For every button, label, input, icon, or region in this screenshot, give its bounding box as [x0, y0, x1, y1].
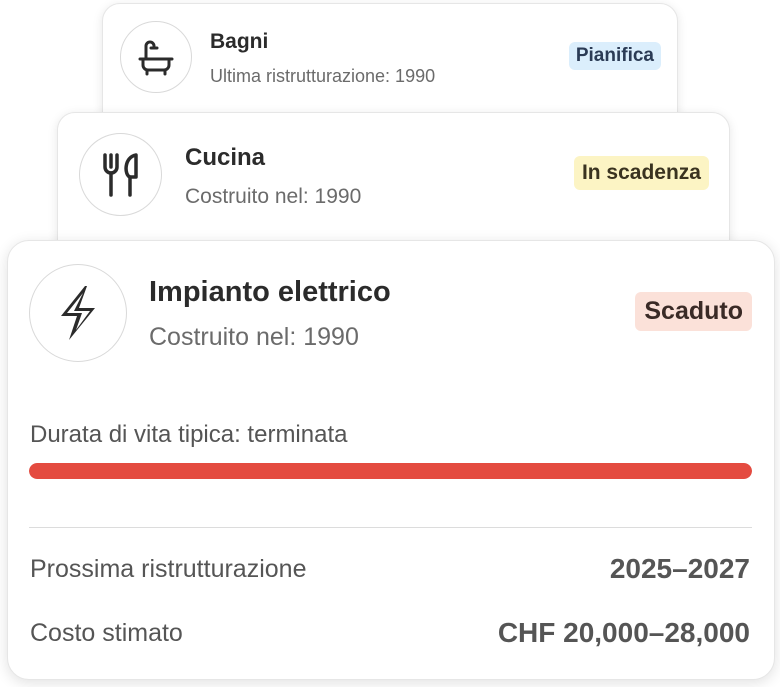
renovation-card-impianto-elettrico[interactable]: Impianto elettrico Costruito nel: 1990 S… — [7, 240, 775, 680]
card-subtitle: Costruito nel: 1990 — [149, 323, 359, 351]
row-label: Prossima ristrutturazione — [30, 555, 307, 583]
fork-knife-icon — [102, 152, 138, 197]
status-badge: In scadenza — [573, 156, 709, 190]
lifetime-progress-bar — [29, 463, 752, 479]
lifetime-label: Durata di vita tipica: terminata — [30, 421, 348, 448]
card-subtitle: Costruito nel: 1990 — [185, 185, 362, 208]
row-value: 2025–2027 — [609, 553, 750, 584]
status-badge: Pianifica — [568, 42, 661, 70]
bathtub-icon-circle — [120, 21, 192, 93]
lightning-bolt-icon — [61, 286, 95, 340]
status-badge: Scaduto — [635, 292, 752, 331]
card-subtitle: Ultima ristrutturazione: 1990 — [210, 66, 436, 86]
lifetime-progress-fill — [29, 463, 752, 479]
card-title: Impianto elettrico — [149, 276, 391, 308]
fork-knife-icon-circle — [79, 133, 162, 216]
bathtub-icon — [138, 40, 174, 76]
card-title: Cucina — [185, 144, 266, 171]
row-label: Costo stimato — [30, 619, 183, 647]
card-title: Bagni — [210, 30, 269, 53]
divider — [29, 527, 752, 528]
row-value: CHF 20,000–28,000 — [497, 617, 750, 648]
lightning-bolt-icon-circle — [29, 264, 127, 362]
